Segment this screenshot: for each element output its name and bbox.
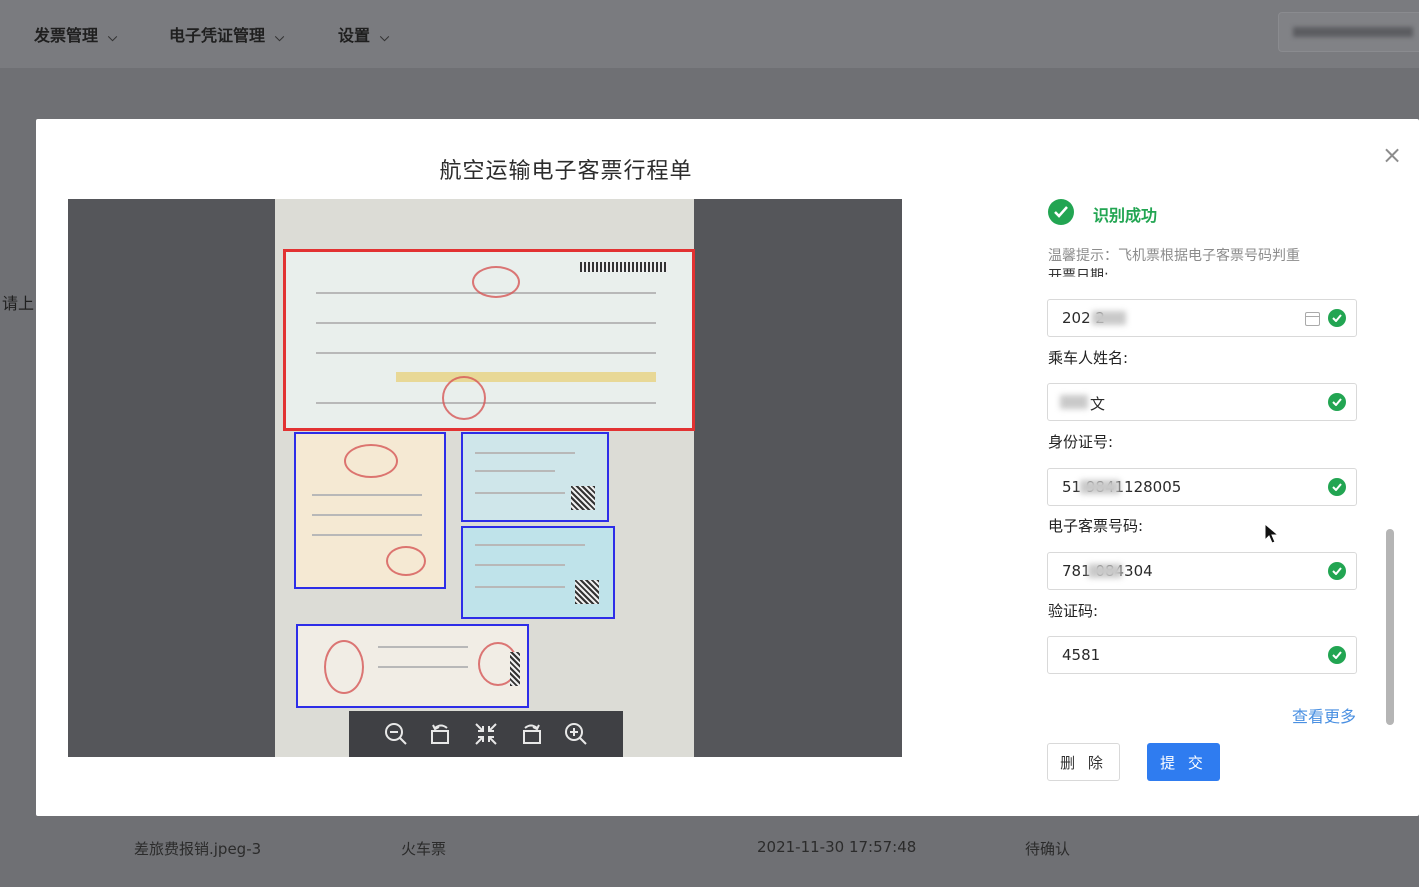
zoom-in-icon[interactable] <box>562 720 590 748</box>
nav-settings-label: 设置 <box>338 26 371 45</box>
rotate-right-icon[interactable] <box>517 720 545 748</box>
chevron-down-icon: ⌵ <box>380 30 390 44</box>
issue-date-label: 开票日期: <box>1048 268 1109 277</box>
fit-screen-icon[interactable] <box>472 720 500 748</box>
submit-button[interactable]: 提 交 <box>1147 743 1220 781</box>
e-ticket-number-label: 电子客票号码: <box>1048 517 1144 535</box>
passenger-name-label: 乘车人姓名: <box>1048 349 1129 367</box>
user-account-box[interactable] <box>1278 12 1419 52</box>
view-more-link[interactable]: 查看更多 <box>1292 703 1356 727</box>
nav-e-voucher-label: 电子凭证管理 <box>169 26 266 45</box>
image-viewer[interactable] <box>68 199 902 757</box>
status-text: 识别成功 <box>1093 206 1158 225</box>
blurred-redaction <box>1088 564 1122 578</box>
nav-invoice-management-label: 发票管理 <box>34 26 99 45</box>
valid-check-icon <box>1328 393 1346 411</box>
chevron-down-icon: ⌵ <box>108 30 118 44</box>
passenger-name-field[interactable]: 文 <box>1047 383 1357 421</box>
valid-check-icon <box>1328 478 1346 496</box>
nav-e-voucher-management[interactable]: 电子凭证管理 ⌵ <box>169 22 284 46</box>
bg-row-type: 火车票 <box>401 840 447 858</box>
rotate-left-icon[interactable] <box>427 720 455 748</box>
verification-code-value: 4581 <box>1062 646 1101 664</box>
invoice-detail-modal: 航空运输电子客票行程单 × 识别成功 温馨提示：飞机票根据电子客票号码判重 开票… <box>36 119 1419 816</box>
receipt-highlight-2[interactable] <box>296 624 529 708</box>
form-scrollbar[interactable] <box>1386 529 1394 725</box>
valid-check-icon <box>1328 309 1346 327</box>
bg-row-file: 差旅费报销.jpeg-3 <box>134 840 262 858</box>
modal-title: 航空运输电子客票行程单 <box>439 159 693 184</box>
train-ticket-highlight-2[interactable] <box>461 526 615 619</box>
bg-row-status: 待确认 <box>1025 840 1071 858</box>
background-side-text: 请上 <box>2 294 35 313</box>
id-number-label: 身份证号: <box>1048 433 1114 451</box>
blurred-redaction <box>1080 480 1120 494</box>
bg-row-time: 2021-11-30 17:57:48 <box>757 838 917 856</box>
delete-button[interactable]: 删 除 <box>1047 743 1120 781</box>
zoom-out-icon[interactable] <box>382 720 410 748</box>
mouse-pointer-icon <box>1264 522 1280 549</box>
valid-check-icon <box>1328 562 1346 580</box>
success-check-icon <box>1048 199 1074 225</box>
top-navigation: 发票管理 ⌵ 电子凭证管理 ⌵ 设置 ⌵ <box>0 0 1419 68</box>
id-number-field[interactable]: 51 9841128005 <box>1047 468 1357 506</box>
train-ticket-highlight-1[interactable] <box>461 432 609 522</box>
valid-check-icon <box>1328 646 1346 664</box>
blurred-redaction <box>1060 395 1088 409</box>
verification-code-label: 验证码: <box>1048 602 1099 620</box>
issue-date-field[interactable]: 202 2 <box>1047 299 1357 337</box>
blurred-username <box>1293 27 1413 37</box>
close-icon[interactable]: × <box>1382 141 1402 169</box>
flight-itinerary-highlight[interactable] <box>283 249 695 431</box>
blurred-redaction <box>1092 311 1126 325</box>
image-toolbar <box>349 711 623 757</box>
passenger-name-value: 文 <box>1090 395 1106 413</box>
nav-settings[interactable]: 设置 ⌵ <box>338 22 389 46</box>
chevron-down-icon: ⌵ <box>275 30 285 44</box>
calendar-icon[interactable] <box>1305 312 1320 326</box>
nav-invoice-management[interactable]: 发票管理 ⌵ <box>34 22 117 46</box>
dedupe-hint: 温馨提示：飞机票根据电子客票号码判重 <box>1048 248 1300 264</box>
scanned-receipts-image <box>275 199 695 757</box>
verification-code-field[interactable]: 4581 <box>1047 636 1357 674</box>
receipt-highlight-1[interactable] <box>294 432 446 589</box>
e-ticket-number-field[interactable]: 781 084304 <box>1047 552 1357 590</box>
